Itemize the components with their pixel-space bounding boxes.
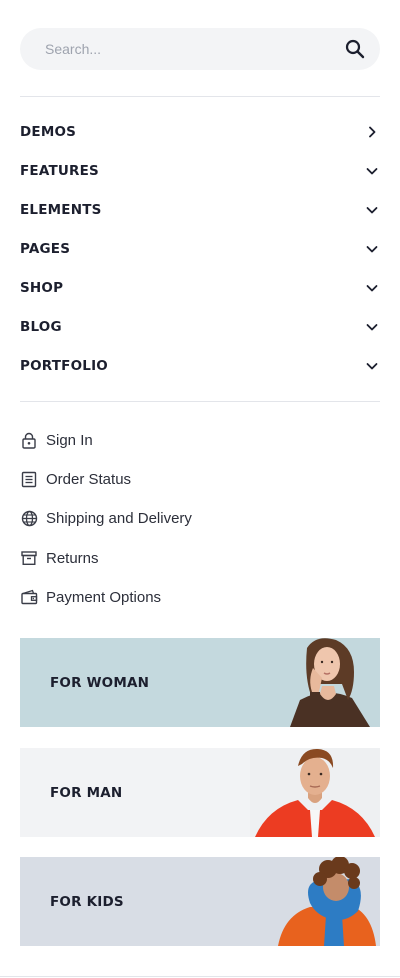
banner-label: FOR WOMAN [50,674,150,691]
main-nav: DEMOS FEATURES ELEMENTS PAGES SHOP BLOG … [20,112,380,385]
nav-item-label: BLOG [20,318,62,335]
woman-photo [270,638,380,727]
chevron-down-icon[interactable] [362,161,382,181]
nav-item-portfolio[interactable]: PORTFOLIO [20,346,380,385]
banner-for-man[interactable]: FOR MAN [20,748,380,837]
banner-label: FOR KIDS [50,893,124,910]
chevron-right-icon[interactable] [362,122,382,142]
nav-item-label: SHOP [20,279,64,296]
link-order-status[interactable]: Order Status [20,460,380,499]
search-input[interactable] [45,41,344,57]
wallet-icon [20,588,38,606]
chevron-down-icon[interactable] [362,278,382,298]
link-returns[interactable]: Returns [20,539,380,578]
chevron-down-icon[interactable] [362,356,382,376]
link-label: Payment Options [46,588,162,606]
globe-icon [20,510,38,528]
divider-middle [20,401,380,402]
banner-for-kids[interactable]: FOR KIDS [20,857,380,946]
link-shipping-delivery[interactable]: Shipping and Delivery [20,499,380,538]
banner-for-woman[interactable]: FOR WOMAN [20,638,380,727]
nav-item-blog[interactable]: BLOG [20,307,380,346]
man-photo [250,748,380,837]
nav-item-label: PAGES [20,240,71,257]
link-sign-in[interactable]: Sign In [20,421,380,460]
nav-item-label: DEMOS [20,123,77,140]
document-icon [20,471,38,489]
lock-icon [20,432,38,450]
chevron-down-icon[interactable] [362,317,382,337]
divider-top [20,96,380,97]
nav-item-label: ELEMENTS [20,201,102,218]
nav-item-shop[interactable]: SHOP [20,268,380,307]
search-bar[interactable] [20,28,380,70]
chevron-down-icon[interactable] [362,239,382,259]
archive-box-icon [20,549,38,567]
nav-item-elements[interactable]: ELEMENTS [20,190,380,229]
chevron-down-icon[interactable] [362,200,382,220]
divider-bottom [0,976,400,977]
search-icon[interactable] [344,38,366,60]
banner-label: FOR MAN [50,784,123,801]
link-payment-options[interactable]: Payment Options [20,578,380,617]
nav-item-pages[interactable]: PAGES [20,229,380,268]
link-label: Shipping and Delivery [46,510,192,528]
kids-photo [270,857,380,946]
link-label: Returns [46,549,99,567]
link-label: Order Status [46,471,132,489]
nav-item-label: FEATURES [20,162,99,179]
nav-item-label: PORTFOLIO [20,357,108,374]
account-links: Sign In Order Status Shipping and Delive… [20,421,380,617]
nav-item-demos[interactable]: DEMOS [20,112,380,151]
link-label: Sign In [46,432,93,450]
nav-item-features[interactable]: FEATURES [20,151,380,190]
